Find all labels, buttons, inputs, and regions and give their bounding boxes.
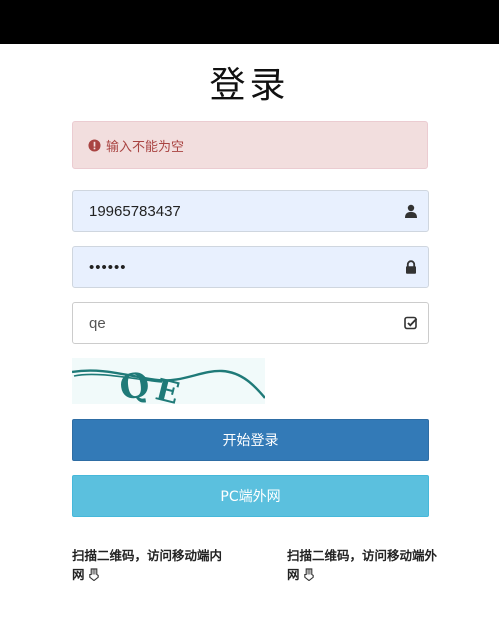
error-alert-text: 输入不能为空 (106, 139, 185, 155)
captcha-image[interactable]: Q E (72, 358, 265, 404)
lock-icon (406, 260, 416, 274)
top-black-bar (0, 0, 499, 44)
login-button[interactable]: 开始登录 (72, 419, 429, 461)
captcha-field (72, 302, 429, 344)
pc-extranet-button[interactable]: PC端外网 (72, 475, 429, 517)
qr-link-extranet[interactable]: 扫描二维码，访问移动端外网 (287, 546, 437, 584)
password-input[interactable] (73, 247, 428, 287)
check-square-icon (404, 316, 418, 330)
username-input[interactable] (73, 191, 428, 231)
username-field (72, 190, 429, 232)
page-title: 登录 (209, 65, 290, 106)
hand-pointer-down-icon (88, 568, 99, 581)
captcha-char-1: Q (117, 365, 152, 404)
exclamation-circle-icon (88, 138, 101, 152)
password-field (72, 246, 429, 288)
qr-link-intranet[interactable]: 扫描二维码，访问移动端内网 (72, 546, 222, 584)
error-alert: 输入不能为空 (72, 121, 428, 169)
captcha-input[interactable] (73, 303, 428, 343)
hand-pointer-down-icon (303, 568, 314, 581)
user-icon (405, 204, 417, 218)
